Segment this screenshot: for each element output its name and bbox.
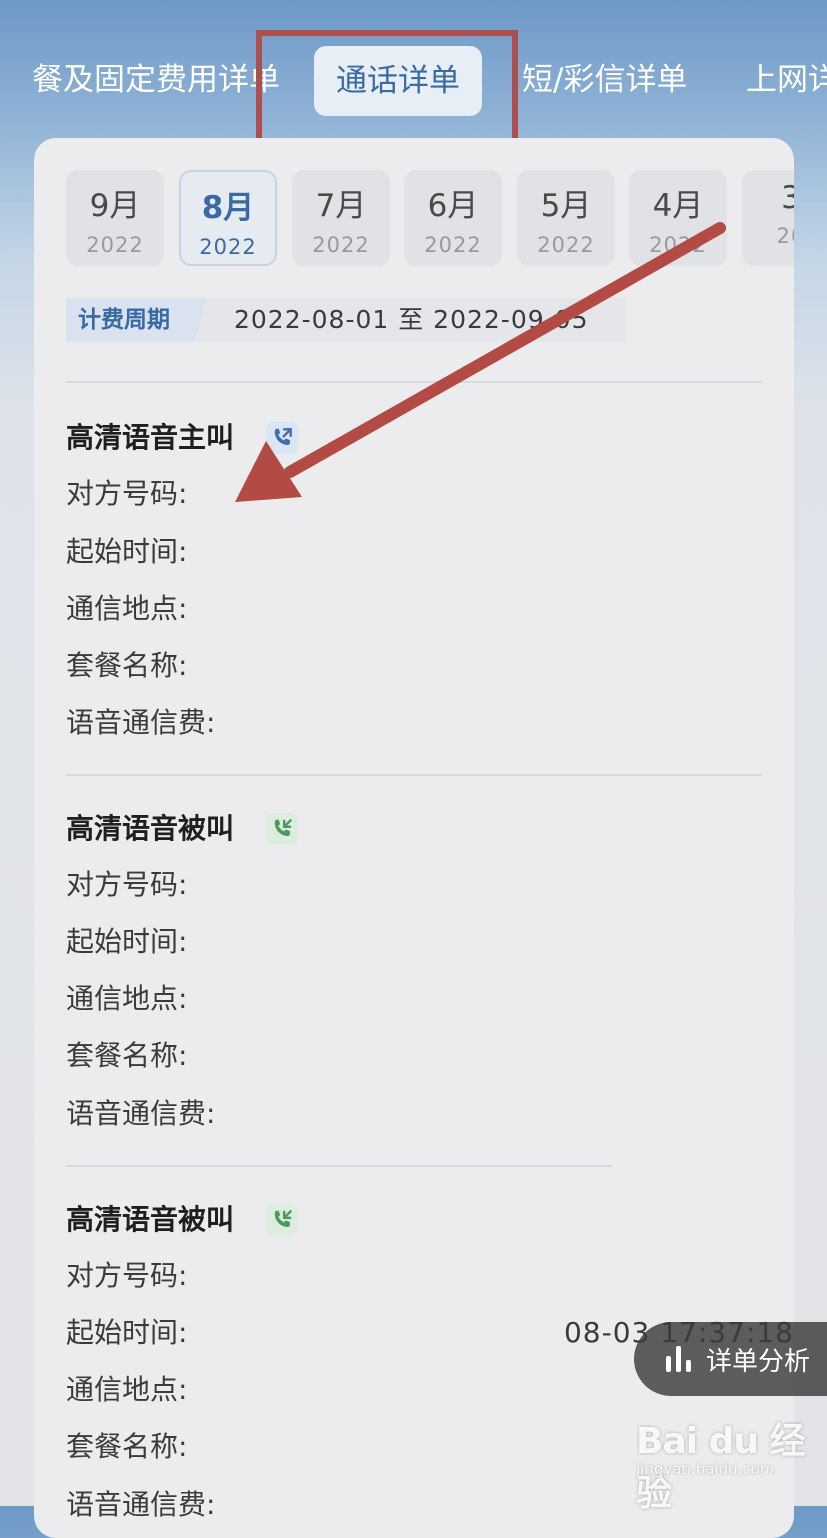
annotation-arrow	[235, 222, 726, 502]
detail-analysis-button[interactable]: 详单分析	[634, 1322, 827, 1396]
watermark-url: jingyan.baidu.com	[636, 1460, 775, 1478]
watermark: Bai du 经验 jingyan.baidu.com	[636, 1412, 816, 1514]
bar-chart-icon	[666, 1346, 691, 1372]
detail-analysis-label: 详单分析	[706, 1346, 811, 1377]
